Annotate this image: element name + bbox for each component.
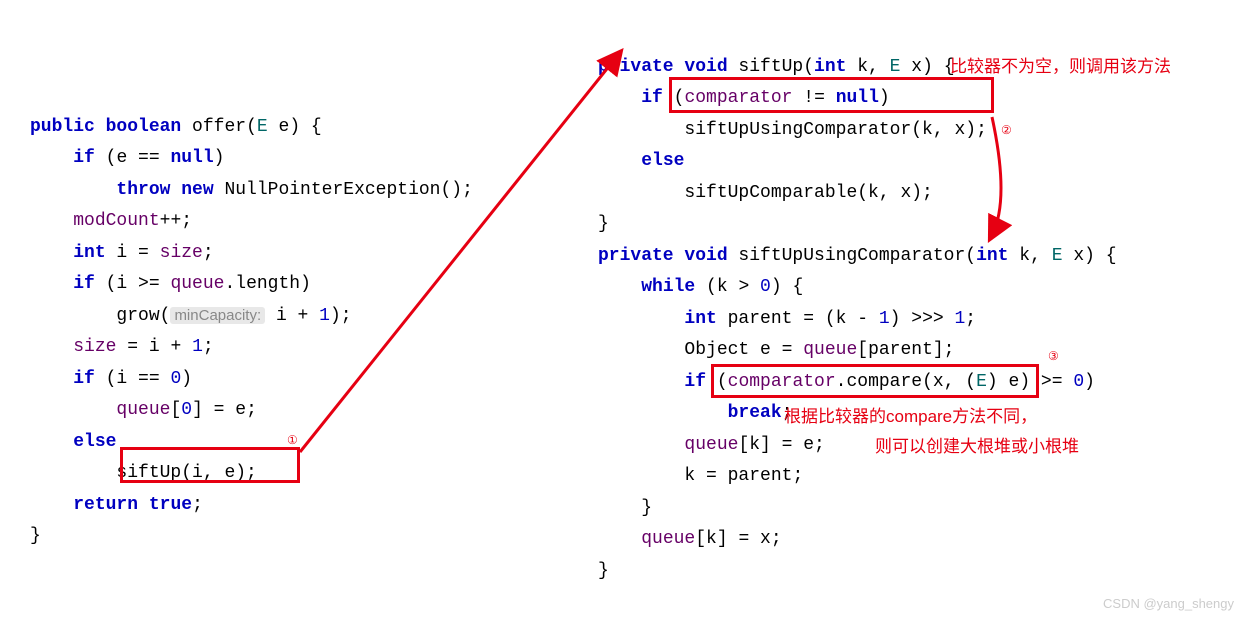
highlight-box-compare <box>711 364 1039 398</box>
param-hint: minCapacity: <box>170 307 265 324</box>
highlight-box-siftup-call <box>120 447 300 483</box>
kw: public boolean <box>30 117 181 137</box>
siftup-using-comparator-call: siftUpUsingComparator(k, x); <box>684 120 986 140</box>
watermark: CSDN @yang_shengy <box>1103 593 1234 616</box>
marker-two: ② <box>1001 120 1012 141</box>
marker-one: ① <box>287 430 298 451</box>
highlight-box-siftup-using-comparator <box>669 77 994 113</box>
marker-three: ③ <box>1048 346 1059 367</box>
annotation-compare-varies-2: 则可以创建大根堆或小根堆 <box>875 432 1079 462</box>
annotation-comparator-not-null: 比较器不为空，则调用该方法 <box>950 52 1171 82</box>
annotation-compare-varies-1: 根据比较器的compare方法不同， <box>784 402 1037 432</box>
